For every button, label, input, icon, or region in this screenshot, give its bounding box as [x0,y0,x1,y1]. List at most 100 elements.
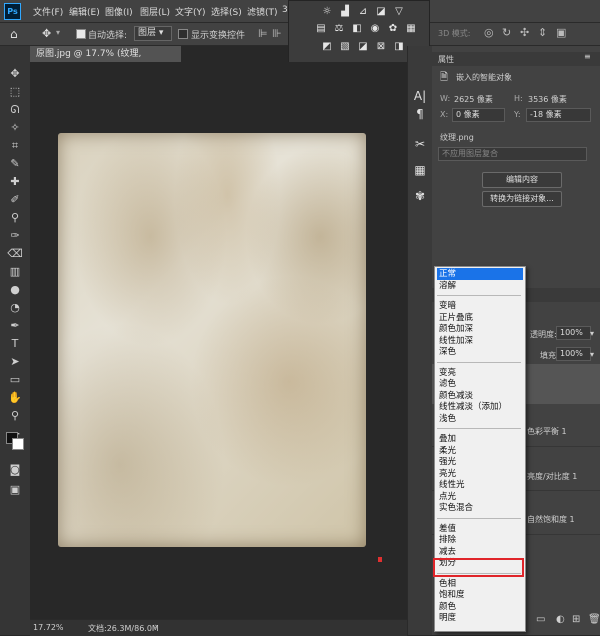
3d-slide-icon[interactable]: ⇕ [538,26,547,39]
blend-mode-option[interactable]: 亮光 [437,468,523,480]
posterize-icon[interactable]: ▧ [339,41,351,52]
color-lookup-icon[interactable]: ▦ [405,23,417,34]
levels-icon[interactable]: ▟ [339,6,351,17]
grid-icon[interactable]: ▦ [412,162,428,178]
character-icon[interactable]: A| [412,88,428,104]
blend-mode-option[interactable]: 实色混合 [437,502,523,514]
blend-mode-option[interactable]: 明度 [437,612,523,624]
lasso-tool-icon[interactable]: ᘏ [6,102,24,117]
aged-paper-texture-image[interactable] [58,133,366,547]
3d-scale-icon[interactable]: ▣ [556,26,566,39]
selective-color-icon[interactable]: ◨ [393,41,405,52]
layer-comp-dropdown[interactable]: 不应用图层复合 [438,147,587,161]
zoom-tool-icon[interactable]: ⚲ [6,408,24,423]
clone-stamp-icon[interactable]: ⚲ [6,210,24,225]
dodge-tool-icon[interactable]: ◔ [6,300,24,315]
3d-pan-icon[interactable]: ✣ [520,26,529,39]
layer-name[interactable]: 亮度/对比度 1 [527,471,577,482]
3d-orbit-icon[interactable]: ◎ [484,26,494,39]
panel-menu-icon[interactable]: ≡ [584,52,591,61]
threshold-icon[interactable]: ◪ [357,41,369,52]
blend-mode-option[interactable]: 颜色加深 [437,323,523,335]
channel-mixer-icon[interactable]: ✿ [387,23,399,34]
crop-tool-icon[interactable]: ⌗ [6,138,24,153]
photo-filter-icon[interactable]: ◉ [369,23,381,34]
menu-layer[interactable]: 图层(L) [140,5,170,18]
path-selection-icon[interactable]: ➤ [6,354,24,369]
menu-file[interactable]: 文件(F) [33,5,63,18]
show-transform-checkbox[interactable] [178,29,188,39]
blend-mode-option[interactable]: 正片叠底 [437,312,523,324]
brush-tool-icon[interactable]: ✐ [6,192,24,207]
blend-mode-option[interactable]: 强光 [437,456,523,468]
new-group-icon[interactable]: ▭ [536,614,545,625]
blend-mode-option[interactable]: 线性光 [437,479,523,491]
blend-mode-dropdown-list[interactable]: 正常 溶解变暗 正片叠底 颜色加深 线性加深 深色变亮 滤色 颜色减淡 线性减淡（添加） 浅色叠加… [434,266,526,632]
properties-title[interactable]: 属性 [438,54,454,65]
history-brush-icon[interactable]: ✑ [6,228,24,243]
gradient-map-icon[interactable]: ⊠ [375,41,387,52]
fill-chevron-icon[interactable]: ▾ [590,350,594,359]
black-white-icon[interactable]: ◧ [351,23,363,34]
align-left-icon[interactable]: ⊫ [258,27,268,40]
blend-mode-option[interactable]: 浅色 [437,413,523,425]
edit-contents-button[interactable]: 编辑内容 [482,172,562,188]
type-tool-icon[interactable]: T [6,336,24,351]
menu-edit[interactable]: 编辑(E) [69,5,100,18]
document-tab[interactable]: 原图.jpg @ 17.7% (纹理, RGB/8#) * ✕ [30,46,181,75]
hand-tool-icon[interactable]: ✋ [6,390,24,405]
blend-mode-option[interactable]: 变亮 [437,367,523,379]
home-icon[interactable]: ⌂ [10,27,18,41]
blend-mode-option[interactable]: 变暗 [437,300,523,312]
align-center-icon[interactable]: ⊪ [272,27,282,40]
blend-mode-option[interactable]: 点光 [437,491,523,503]
w-value[interactable]: 2625 像素 [454,94,493,105]
magic-wand-icon[interactable]: ✧ [6,120,24,135]
menu-3d[interactable]: 3 [282,5,288,15]
menu-type[interactable]: 文字(Y) [175,5,206,18]
blend-mode-option[interactable]: 排除 [437,534,523,546]
rectangle-tool-icon[interactable]: ▭ [6,372,24,387]
pen-tool-icon[interactable]: ✒ [6,318,24,333]
eraser-icon[interactable]: ⌫ [6,246,24,261]
blend-mode-option[interactable]: 线性加深 [437,335,523,347]
blend-mode-option[interactable]: 颜色减淡 [437,390,523,402]
blend-mode-option[interactable]: 颜色 [437,601,523,613]
opacity-field[interactable]: 100% [556,326,591,340]
invert-icon[interactable]: ◩ [321,41,333,52]
delete-layer-icon[interactable]: 🗑 [588,614,600,625]
y-field[interactable]: -18 像素 [526,108,591,122]
zoom-level[interactable]: 17.72% [33,623,64,632]
blend-mode-option[interactable]: 溶解 [437,280,523,292]
marquee-tool-icon[interactable]: ⬚ [6,84,24,99]
photoshop-logo-icon[interactable]: Ps [4,3,21,20]
adjustment-layer-icon[interactable]: ◐ [556,614,565,625]
tools-preset-icon[interactable]: ✂ [412,136,428,152]
blend-mode-option[interactable]: 线性减淡（添加） [437,401,523,413]
status-arrow-icon[interactable]: › [154,622,158,632]
paragraph-icon[interactable]: ¶ [412,106,428,122]
blend-mode-option[interactable]: 正常 [437,268,523,280]
blend-mode-option[interactable]: 色相 [437,578,523,590]
blend-mode-option[interactable]: 叠加 [437,433,523,445]
h-value[interactable]: 3536 像素 [528,94,567,105]
healing-brush-icon[interactable]: ✚ [6,174,24,189]
menu-filter[interactable]: 滤镜(T) [247,5,278,18]
layer-name[interactable]: 色彩平衡 1 [527,426,567,437]
blend-mode-option[interactable]: 柔光 [437,445,523,457]
move-tool-icon[interactable]: ✥ [6,66,24,81]
brightness-icon[interactable]: ☼ [321,6,333,17]
vibrance-icon[interactable]: ▽ [393,6,405,17]
blend-mode-option[interactable]: 减去 [437,546,523,558]
blend-mode-option[interactable]: 滤色 [437,378,523,390]
blend-mode-option[interactable]: 深色 [437,346,523,358]
color-balance-icon[interactable]: ⚖ [333,23,345,34]
screen-mode-icon[interactable]: ▣ [6,482,24,497]
curves-icon[interactable]: ⊿ [357,6,369,17]
exposure-icon[interactable]: ◪ [375,6,387,17]
convert-to-linked-button[interactable]: 转换为链接对象... [482,191,562,207]
new-layer-icon[interactable]: ⊞ [572,614,580,625]
palette-icon[interactable]: ✾ [412,188,428,204]
auto-select-checkbox[interactable] [76,29,86,39]
blend-mode-option[interactable]: 饱和度 [437,589,523,601]
